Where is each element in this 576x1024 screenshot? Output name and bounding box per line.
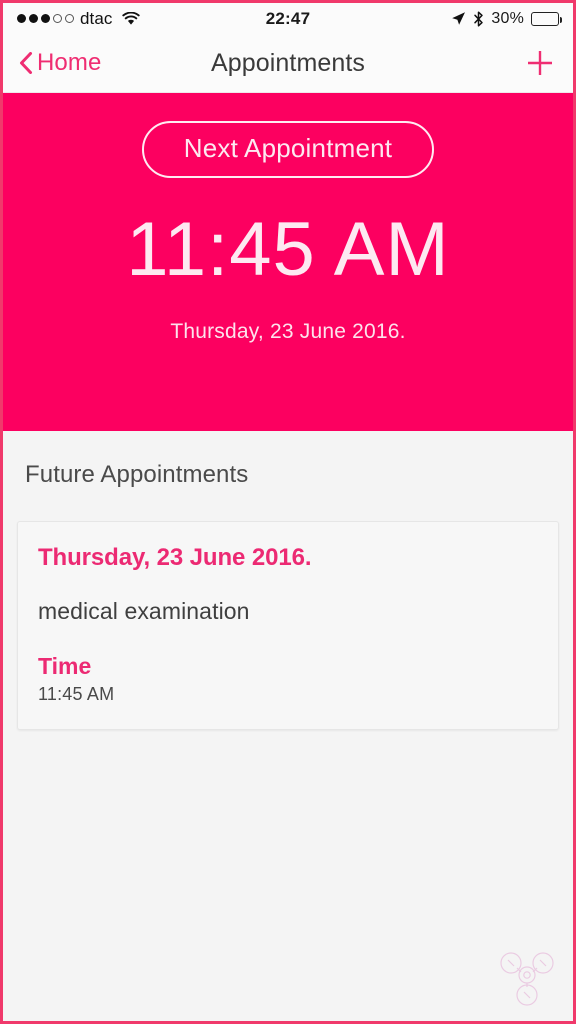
next-appointment-time: 11:45 AM	[126, 207, 450, 293]
next-appointment-badge[interactable]: Next Appointment	[141, 121, 435, 179]
watermark-logo-icon	[495, 947, 559, 1007]
back-button[interactable]: Home	[19, 49, 101, 77]
add-appointment-button[interactable]	[523, 46, 557, 80]
future-appointments-heading: Future Appointments	[25, 461, 249, 488]
navigation-bar: Home Appointments	[3, 34, 573, 93]
location-arrow-icon	[451, 11, 466, 26]
appointment-time-value: 11:45 AM	[38, 684, 115, 704]
next-appointment-hero: Next Appointment 11:45 AM Thursday, 23 J…	[3, 93, 573, 431]
battery-icon	[531, 11, 562, 26]
status-bar: dtac 22:47 30%	[3, 3, 573, 34]
phone-screen: dtac 22:47 30% Home Appointments Next Ap…	[0, 0, 576, 1024]
appointment-description: medical examination	[38, 598, 250, 624]
bluetooth-icon	[473, 10, 484, 27]
appointment-card[interactable]: Thursday, 23 June 2016. medical examinat…	[17, 521, 559, 730]
plus-icon	[528, 51, 552, 75]
appointment-date: Thursday, 23 June 2016.	[38, 544, 312, 571]
battery-percent-label: 30%	[491, 9, 524, 27]
next-appointment-date: Thursday, 23 June 2016.	[170, 319, 406, 343]
appointment-time-label: Time	[38, 653, 92, 679]
back-button-label: Home	[37, 49, 102, 76]
status-bar-right: 30%	[451, 9, 562, 28]
chevron-left-icon	[19, 52, 33, 74]
